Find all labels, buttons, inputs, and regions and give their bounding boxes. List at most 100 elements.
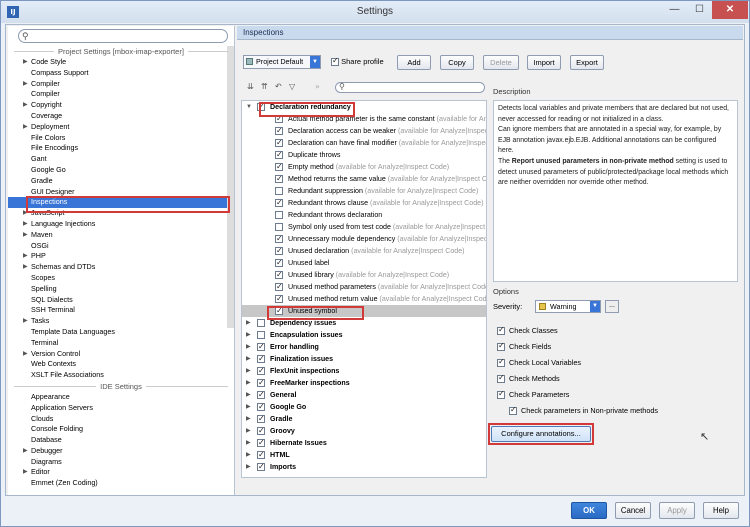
- minimize-icon[interactable]: —: [662, 1, 687, 19]
- inspection-row[interactable]: Unused label: [242, 257, 486, 269]
- chevron-down-icon[interactable]: ▼: [246, 101, 252, 113]
- inspection-checkbox[interactable]: [257, 449, 265, 461]
- sidebar-item-terminal[interactable]: Terminal: [8, 338, 234, 349]
- sidebar-item-copyright[interactable]: ▶ Copyright: [8, 100, 234, 111]
- inspection-checkbox[interactable]: [275, 245, 283, 257]
- sidebar-item-diagrams[interactable]: Diagrams: [8, 457, 234, 468]
- inspection-row[interactable]: Unnecessary module dependency (available…: [242, 233, 486, 245]
- expand-all-icon[interactable]: ⇊: [247, 82, 254, 91]
- chevron-right-icon[interactable]: ▶: [246, 425, 251, 437]
- check-local-variables-checkbox[interactable]: Check Local Variables: [497, 357, 581, 368]
- inspection-checkbox[interactable]: [275, 149, 283, 161]
- chevron-down-icon[interactable]: ▼: [310, 56, 320, 68]
- sidebar-item-google-go[interactable]: Google Go: [8, 165, 234, 176]
- sidebar-item-maven[interactable]: ▶ Maven: [8, 230, 234, 241]
- chevron-right-icon[interactable]: ▶: [246, 413, 251, 425]
- sidebar-item-web-contexts[interactable]: Web Contexts: [8, 359, 234, 370]
- inspection-checkbox[interactable]: [275, 269, 283, 281]
- inspection-row[interactable]: Redundant suppression (available for Ana…: [242, 185, 486, 197]
- sidebar-item-emmet-zen-coding[interactable]: Emmet (Zen Coding): [8, 478, 234, 489]
- inspection-checkbox[interactable]: [275, 187, 283, 195]
- sidebar-item-version-control[interactable]: ▶ Version Control: [8, 349, 234, 360]
- inspection-row[interactable]: Unused symbol: [242, 305, 486, 317]
- chevron-down-icon[interactable]: ▼: [590, 301, 600, 312]
- chevron-right-icon[interactable]: ▶: [246, 353, 251, 365]
- profile-select[interactable]: Project Default ▼: [243, 55, 321, 69]
- sidebar-item-application-servers[interactable]: Application Servers: [8, 403, 234, 414]
- copy-button[interactable]: Copy: [440, 55, 474, 70]
- inspection-checkbox[interactable]: [275, 293, 283, 305]
- ok-button[interactable]: OK: [571, 502, 607, 519]
- inspection-checkbox[interactable]: [275, 161, 283, 173]
- inspection-row[interactable]: ▶ Finalization issues: [242, 353, 486, 365]
- inspection-row[interactable]: Unused method parameters (available for …: [242, 281, 486, 293]
- chevron-right-icon[interactable]: ▶: [246, 317, 251, 329]
- inspection-row[interactable]: ▶ Dependency issues: [242, 317, 486, 329]
- sidebar-item-ssh-terminal[interactable]: SSH Terminal: [8, 305, 234, 316]
- inspection-checkbox[interactable]: [275, 223, 283, 231]
- inspection-checkbox[interactable]: [275, 137, 283, 149]
- sidebar-item-php[interactable]: ▶ PHP: [8, 251, 234, 262]
- inspection-checkbox[interactable]: [275, 125, 283, 137]
- expand-arrow-icon[interactable]: ▶: [23, 316, 28, 327]
- sidebar-item-coverage[interactable]: Coverage: [8, 111, 234, 122]
- sidebar-item-editor[interactable]: ▶ Editor: [8, 467, 234, 478]
- tree-scrollbar[interactable]: [227, 46, 234, 328]
- expand-arrow-icon[interactable]: ▶: [23, 230, 28, 241]
- apply-button[interactable]: Apply: [659, 502, 695, 519]
- sidebar-item-gradle[interactable]: Gradle: [8, 176, 234, 187]
- sidebar-item-compiler[interactable]: ▶ Compiler: [8, 79, 234, 90]
- inspection-row[interactable]: Empty method (available for Analyze|Insp…: [242, 161, 486, 173]
- check-parameters-nonprivate-checkbox[interactable]: Check parameters in Non-private methods: [509, 405, 658, 416]
- inspection-row[interactable]: Symbol only used from test code (availab…: [242, 221, 486, 233]
- checkbox[interactable]: [331, 56, 339, 67]
- inspection-checkbox[interactable]: [275, 257, 283, 269]
- inspection-row[interactable]: Duplicate throws: [242, 149, 486, 161]
- inspection-checkbox[interactable]: [275, 113, 283, 125]
- sidebar-item-appearance[interactable]: Appearance: [8, 392, 234, 403]
- check-classes-checkbox[interactable]: Check Classes: [497, 325, 558, 336]
- share-profile-checkbox[interactable]: Share profile: [331, 56, 384, 67]
- filter-icon[interactable]: ▽: [289, 82, 295, 91]
- inspection-row[interactable]: Redundant throws declaration: [242, 209, 486, 221]
- inspection-row[interactable]: Declaration access can be weaker (availa…: [242, 125, 486, 137]
- sidebar-item-language-injections[interactable]: ▶ Language Injections: [8, 219, 234, 230]
- inspection-row[interactable]: ▶ Error handling: [242, 341, 486, 353]
- sidebar-item-file-encodings[interactable]: File Encodings: [8, 143, 234, 154]
- inspection-checkbox[interactable]: [275, 305, 283, 317]
- sidebar-item-console-folding[interactable]: Console Folding: [8, 424, 234, 435]
- expand-arrow-icon[interactable]: ▶: [23, 262, 28, 273]
- expand-arrow-icon[interactable]: ▶: [23, 251, 28, 262]
- sidebar-item-xslt-file-associations[interactable]: XSLT File Associations: [8, 370, 234, 381]
- configure-annotations-button[interactable]: Configure annotations...: [491, 426, 591, 442]
- inspection-checkbox[interactable]: [257, 319, 265, 327]
- expand-arrow-icon[interactable]: ▶: [23, 467, 28, 478]
- inspection-row[interactable]: ▶ General: [242, 389, 486, 401]
- chevron-right-icon[interactable]: ▶: [246, 437, 251, 449]
- sidebar-item-compass-support[interactable]: Compass Support: [8, 68, 234, 79]
- sidebar-item-sql-dialects[interactable]: SQL Dialects: [8, 295, 234, 306]
- expand-arrow-icon[interactable]: ▶: [23, 122, 28, 133]
- inspection-row[interactable]: ▶ Google Go: [242, 401, 486, 413]
- sidebar-item-database[interactable]: Database: [8, 435, 234, 446]
- close-icon[interactable]: ✕: [712, 1, 748, 19]
- reset-icon[interactable]: ↶: [275, 82, 282, 91]
- add-button[interactable]: Add: [397, 55, 431, 70]
- sidebar-item-gui-designer[interactable]: GUI Designer: [8, 187, 234, 198]
- inspection-checkbox[interactable]: [257, 389, 265, 401]
- chevron-right-icon[interactable]: ▶: [246, 329, 251, 341]
- inspection-row[interactable]: ▶ Encapsulation issues: [242, 329, 486, 341]
- expand-arrow-icon[interactable]: ▶: [23, 57, 28, 68]
- severity-select[interactable]: Warning ▼: [535, 300, 601, 313]
- expand-arrow-icon[interactable]: ▶: [23, 446, 28, 457]
- sidebar-item-schemas-and-dtds[interactable]: ▶ Schemas and DTDs: [8, 262, 234, 273]
- inspection-row[interactable]: ▶ Imports: [242, 461, 486, 473]
- severity-more-button[interactable]: ...: [605, 300, 619, 313]
- chevron-right-icon[interactable]: ▶: [246, 401, 251, 413]
- sidebar-item-inspections[interactable]: Inspections: [8, 197, 234, 209]
- inspection-checkbox[interactable]: [257, 341, 265, 353]
- inspection-checkbox[interactable]: [275, 211, 283, 219]
- sidebar-item-debugger[interactable]: ▶ Debugger: [8, 446, 234, 457]
- check-parameters-checkbox[interactable]: Check Parameters: [497, 389, 569, 400]
- inspection-row[interactable]: ▼ Declaration redundancy: [242, 101, 486, 113]
